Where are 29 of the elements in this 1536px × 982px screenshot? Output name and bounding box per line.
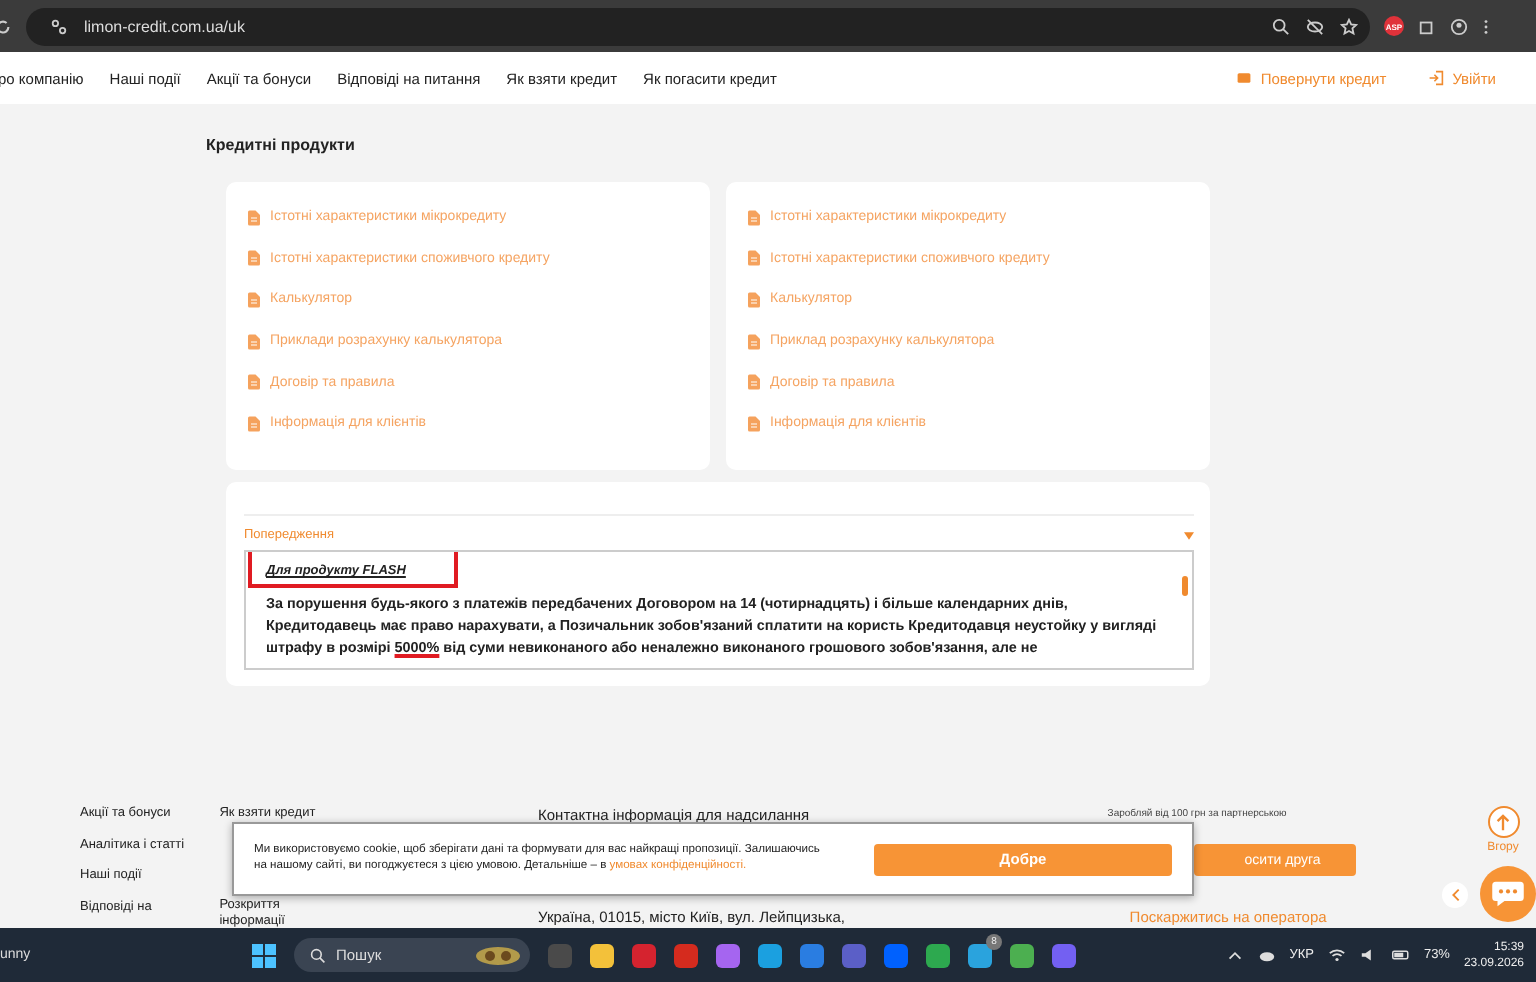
document-icon [248,209,260,226]
document-icon [748,291,760,308]
document-icon [748,415,760,432]
document-icon [748,374,760,391]
wifi-icon[interactable] [1327,946,1346,964]
chevron-up-icon[interactable] [1225,946,1244,964]
login-icon [1428,70,1445,86]
document-icon [248,374,260,391]
battery-icon[interactable] [1391,946,1410,964]
document-icon [248,250,260,267]
search-icon[interactable] [310,947,326,963]
section-heading: Кредитні продукти [206,136,357,154]
address-bar[interactable]: limon-credit.com.ua/uk [26,7,1370,45]
star-icon[interactable] [1340,17,1358,35]
document-icon [248,415,260,432]
profile-icon[interactable] [1450,17,1468,35]
more-icon[interactable] [1482,17,1490,35]
cloud-icon[interactable] [1257,946,1276,964]
site-settings-icon[interactable] [50,17,68,35]
zoom-icon[interactable] [1272,17,1290,35]
eye-slash-icon[interactable] [1306,17,1324,35]
document-icon [748,209,760,226]
windows-icon[interactable] [252,943,276,967]
document-icon [748,333,760,350]
document-icon [748,250,760,267]
document-icon [248,291,260,308]
scrollbar-thumb[interactable] [1182,576,1188,596]
search-highlight-icon [474,945,522,965]
document-icon [248,333,260,350]
